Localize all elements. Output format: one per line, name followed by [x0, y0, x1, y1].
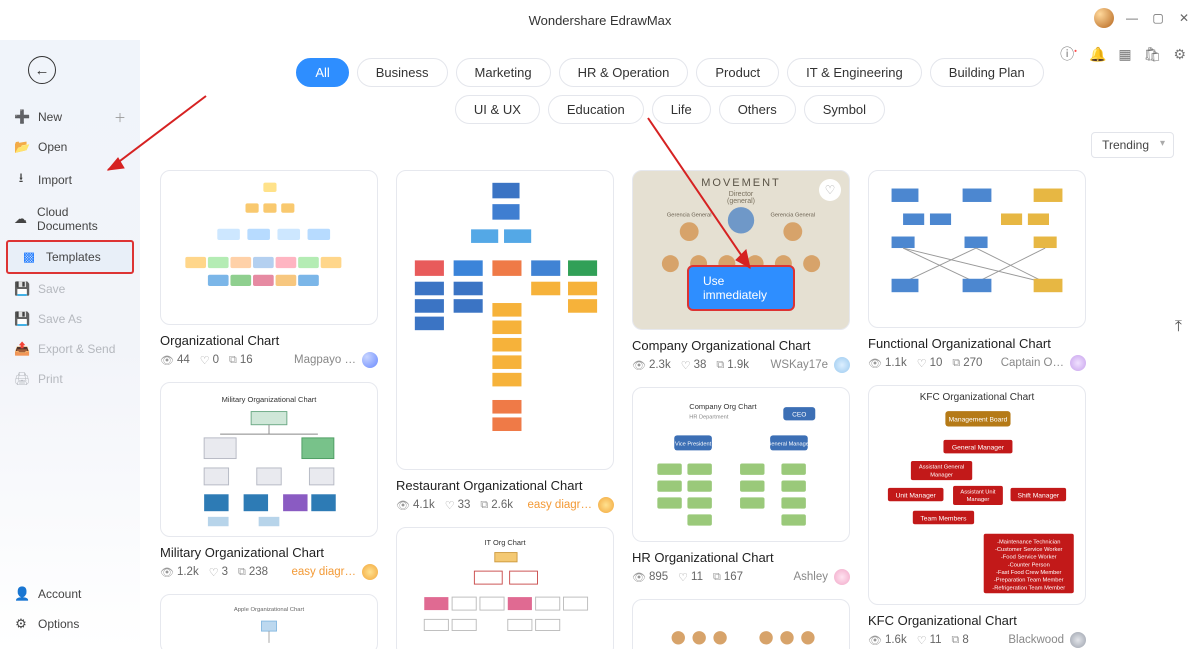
card-title: Restaurant Organizational Chart	[396, 478, 614, 493]
category-chip[interactable]: HR & Operation	[559, 58, 689, 87]
sidebar-item-account[interactable]: 👤 Account	[0, 579, 140, 609]
category-chip[interactable]: Product	[696, 58, 779, 87]
sidebar-item-label: Print	[38, 372, 63, 386]
svg-text:-Food Service Worker: -Food Service Worker	[1001, 555, 1057, 561]
template-card[interactable]: Company Org Chart HR Department CEO Vice…	[632, 387, 850, 585]
account-icon: 👤	[14, 586, 28, 602]
card-title: Organizational Chart	[160, 333, 378, 348]
sidebar-item-label: Save As	[38, 312, 82, 326]
category-chip[interactable]: Building Plan	[930, 58, 1044, 87]
annotation-arrow	[640, 110, 780, 290]
titlebar: Wondershare EdrawMax — ▢ ✕	[0, 0, 1200, 40]
svg-text:Management Board: Management Board	[949, 417, 1008, 424]
svg-text:Manager: Manager	[967, 497, 990, 503]
sidebar-item-saveas: 💾 Save As	[0, 304, 140, 334]
templates-icon: ▩	[22, 249, 36, 265]
svg-text:-Maintenance Technician: -Maintenance Technician	[997, 539, 1060, 545]
maximize-icon[interactable]: ▢	[1150, 10, 1166, 26]
svg-text:-Refrigeration Team Member: -Refrigeration Team Member	[992, 585, 1065, 591]
svg-text:CEO: CEO	[792, 412, 806, 419]
svg-text:IT Org Chart: IT Org Chart	[484, 538, 525, 547]
import-icon: ⭳	[14, 169, 28, 191]
card-title: Company Organizational Chart	[632, 338, 850, 353]
template-card[interactable]: IT Org Chart	[396, 527, 614, 649]
category-chip[interactable]: Marketing	[456, 58, 551, 87]
svg-text:Military Organizational Chart: Military Organizational Chart	[222, 395, 318, 404]
sidebar-item-templates[interactable]: ▩ Templates	[6, 240, 134, 274]
svg-text:Team Members: Team Members	[920, 515, 967, 522]
sidebar-item-save: 💾 Save	[0, 274, 140, 304]
sidebar-item-label: Open	[38, 140, 67, 154]
category-chip[interactable]: Education	[548, 95, 644, 124]
category-chip[interactable]: Symbol	[804, 95, 885, 124]
category-chip-all[interactable]: All	[296, 58, 348, 87]
category-chip[interactable]: IT & Engineering	[787, 58, 922, 87]
print-icon: 🖨	[14, 371, 28, 387]
author-avatar	[598, 497, 614, 513]
template-card[interactable]: Organizational Chart 👁44 ♡0 ⧉16 Magpayo …	[160, 170, 378, 368]
save-icon: 💾	[14, 281, 28, 297]
sidebar-item-label: Cloud Documents	[37, 205, 126, 233]
sort-dropdown[interactable]: Trending	[1091, 132, 1174, 158]
author-avatar	[834, 569, 850, 585]
template-card[interactable]: Restaurant Organizational Chart 👁4.1k ♡3…	[396, 170, 614, 513]
author-avatar	[362, 564, 378, 580]
svg-text:Assistant Unit: Assistant Unit	[960, 490, 995, 496]
svg-text:HR Department: HR Department	[689, 414, 729, 420]
user-avatar[interactable]	[1094, 8, 1114, 28]
svg-text:Apple Organizational Chart: Apple Organizational Chart	[234, 607, 305, 613]
cloud-icon: ☁	[14, 211, 27, 227]
svg-text:-Preparation Team Member: -Preparation Team Member	[994, 578, 1064, 584]
sidebar-item-label: Options	[38, 617, 79, 631]
template-card[interactable]: Apple Organizational Chart	[160, 594, 378, 649]
card-title: KFC Organizational Chart	[868, 613, 1086, 628]
sidebar-item-label: Templates	[46, 250, 101, 264]
category-row: All Business Marketing HR & Operation Pr…	[160, 58, 1180, 87]
sidebar-item-label: Account	[38, 587, 81, 601]
card-title: Military Organizational Chart	[160, 545, 378, 560]
annotation-arrow	[96, 92, 216, 192]
svg-text:-Customer Service Worker: -Customer Service Worker	[995, 547, 1063, 553]
svg-text:-Counter Person: -Counter Person	[1008, 562, 1050, 568]
sidebar-item-options[interactable]: ⚙ Options	[0, 609, 140, 639]
svg-text:-Fast Food Crew Member: -Fast Food Crew Member	[996, 570, 1061, 576]
card-title: HR Organizational Chart	[632, 550, 850, 565]
close-icon[interactable]: ✕	[1176, 10, 1192, 26]
template-card[interactable]: Functional Organizational Chart 👁1.1k ♡1…	[868, 170, 1086, 371]
template-card[interactable]: KFC Organizational Chart Management Boar…	[868, 385, 1086, 648]
options-icon: ⚙	[14, 616, 28, 632]
minimize-icon[interactable]: —	[1124, 10, 1140, 26]
author-avatar	[1070, 632, 1086, 648]
sidebar-item-cloud[interactable]: ☁ Cloud Documents	[0, 198, 140, 240]
svg-text:General Manager: General Manager	[767, 442, 811, 448]
svg-text:Assistant General: Assistant General	[919, 465, 964, 471]
sidebar-item-export: 📤 Export & Send	[0, 334, 140, 364]
svg-text:Company Org Chart: Company Org Chart	[689, 402, 757, 411]
export-icon: 📤	[14, 341, 28, 357]
template-card[interactable]: Military Organizational Chart Military O…	[160, 382, 378, 580]
author-avatar	[834, 357, 850, 373]
sidebar-item-label: Import	[38, 173, 72, 187]
svg-text:Vice President: Vice President	[675, 442, 712, 448]
category-chip[interactable]: Business	[357, 58, 448, 87]
svg-text:Manager: Manager	[930, 472, 953, 478]
scroll-to-top-icon[interactable]: ⤒	[1175, 318, 1182, 336]
author-avatar	[1070, 355, 1086, 371]
save-as-icon: 💾	[14, 311, 28, 327]
folder-icon: 📂	[14, 139, 28, 155]
svg-text:Unit Manager: Unit Manager	[896, 492, 937, 499]
category-chip[interactable]: UI & UX	[455, 95, 540, 124]
svg-text:Shift Manager: Shift Manager	[1018, 492, 1060, 499]
sidebar-item-label: New	[38, 110, 62, 124]
back-button[interactable]: ←	[28, 56, 56, 84]
app-title: Wondershare EdrawMax	[529, 13, 672, 28]
card-title: Functional Organizational Chart	[868, 336, 1086, 351]
sidebar-item-label: Export & Send	[38, 342, 115, 356]
sidebar-item-label: Save	[38, 282, 65, 296]
svg-text:General Manager: General Manager	[952, 444, 1005, 451]
plus-box-icon: ➕	[14, 109, 28, 125]
template-card[interactable]	[632, 599, 850, 649]
author-avatar	[362, 352, 378, 368]
sidebar-item-print: 🖨 Print	[0, 364, 140, 394]
